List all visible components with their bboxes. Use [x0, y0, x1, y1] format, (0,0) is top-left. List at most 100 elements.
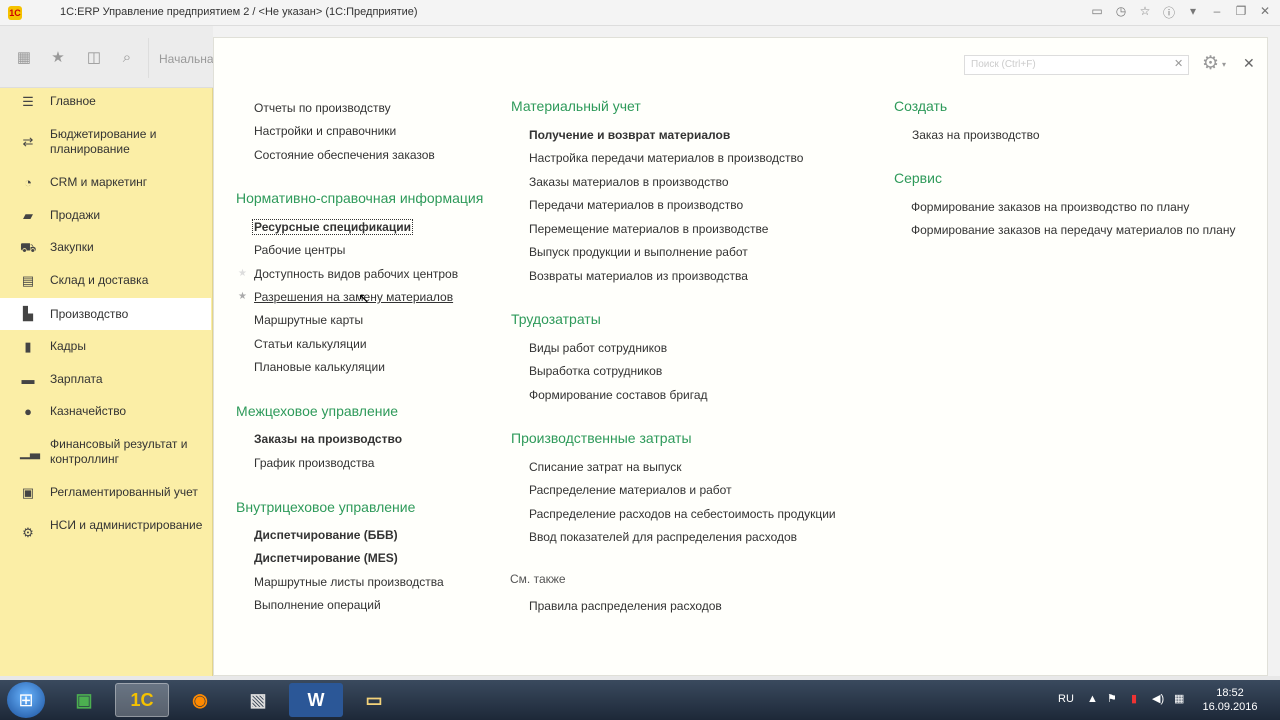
start-button[interactable]: ⊞ — [7, 682, 45, 718]
link-material-substitution-permits[interactable]: Разрешения на замену материалов — [254, 290, 453, 304]
link-material-work-distribution[interactable]: Распределение материалов и работ — [529, 483, 732, 497]
sidebar-item-budgeting[interactable]: ⇄ Бюджетирование и планирование — [0, 127, 211, 157]
favorites-icon[interactable]: ☆ — [1138, 4, 1152, 21]
tray-app-icon[interactable]: ▮ — [1131, 692, 1137, 720]
link-costing-items[interactable]: Статьи калькуляции — [254, 337, 367, 351]
sidebar-item-treasury[interactable]: ● Казначейство — [0, 404, 211, 419]
notifications-icon[interactable]: ▭ — [1090, 4, 1104, 21]
section-title-create: Создать — [894, 98, 948, 114]
link-work-centers[interactable]: Рабочие центры — [254, 243, 345, 257]
taskbar-1c-app-icon[interactable]: 1С — [115, 683, 169, 717]
sidebar-item-label: Регламентированный учет — [50, 485, 198, 499]
search-icon[interactable]: ⌕ — [118, 49, 136, 67]
clear-search-icon[interactable]: ✕ — [1174, 57, 1183, 70]
taskbar: ⊞ ▣ 1С ◉ ▧ W ▭ RU ▲ ⚑ ▮ ◀) ▦ 18:52 16.09… — [0, 680, 1280, 720]
link-dispatching-mes[interactable]: Диспетчирование (MES) — [254, 551, 398, 565]
sidebar-item-warehouse[interactable]: ▤ Склад и доставка — [0, 273, 211, 288]
favorite-star-icon[interactable]: ★ — [238, 268, 247, 279]
show-hidden-icons-icon[interactable]: ▲ — [1087, 693, 1098, 720]
link-receipt-return-materials[interactable]: Получение и возврат материалов — [529, 128, 730, 142]
link-material-orders[interactable]: Заказы материалов в производство — [529, 175, 729, 189]
link-operations-execution[interactable]: Выполнение операций — [254, 598, 381, 612]
sidebar-item-regulated-accounting[interactable]: ▣ Регламентированный учет — [0, 485, 211, 500]
taskbar-network-app-icon[interactable]: ▣ — [57, 683, 111, 717]
network-icon[interactable]: ▦ — [1174, 692, 1184, 720]
sidebar-item-staff[interactable]: ▮ Кадры — [0, 339, 211, 354]
link-material-movements[interactable]: Перемещение материалов в производстве — [529, 222, 768, 236]
link-cost-distribution[interactable]: Распределение расходов на себестоимость … — [529, 507, 836, 521]
app-logo-icon: 1С — [8, 6, 22, 20]
link-resource-specifications[interactable]: Ресурсные спецификации — [252, 219, 413, 235]
warehouse-icon: ▤ — [21, 273, 35, 288]
link-production-schedule[interactable]: График производства — [254, 456, 374, 470]
link-plan-production-orders[interactable]: Формирование заказов на производство по … — [911, 200, 1189, 214]
window-title: 1С:ERP Управление предприятием 2 / <Не у… — [60, 6, 418, 18]
factory-icon: ▙ — [23, 306, 33, 321]
link-distribution-indicators[interactable]: Ввод показателей для распределения расхо… — [529, 530, 797, 544]
sidebar-item-main[interactable]: ☰ Главное — [0, 94, 211, 109]
favorite-star-icon[interactable]: ★ — [238, 291, 247, 302]
chart-icon: ▁▃ — [20, 444, 40, 459]
section-title-production-costs: Производственные затраты — [511, 430, 692, 446]
taskbar-paint-icon[interactable]: ▧ — [231, 683, 285, 717]
treasury-icon: ● — [24, 404, 32, 419]
settings-gear-icon[interactable]: ⚙ — [1202, 52, 1219, 75]
link-production-route-sheets[interactable]: Маршрутные листы производства — [254, 575, 444, 589]
link-material-transfers[interactable]: Передачи материалов в производство — [529, 198, 743, 212]
top-toolbar: ▦ ★ ◫ ⌕ Начальна — [0, 26, 214, 88]
sidebar-item-crm[interactable]: ◔ CRM и маркетинг — [0, 175, 211, 190]
link-work-center-availability[interactable]: Доступность видов рабочих центров — [254, 267, 458, 281]
sidebar-item-nsi-admin[interactable]: ⚙ НСИ и администрирование — [0, 518, 211, 540]
sidebar-item-label: Продажи — [50, 208, 101, 222]
close-window-icon[interactable]: ✕ — [1258, 4, 1272, 21]
link-cost-writeoff[interactable]: Списание затрат на выпуск — [529, 460, 681, 474]
link-production-reports[interactable]: Отчеты по производству — [254, 101, 391, 115]
windows-logo-icon: ⊞ — [18, 690, 34, 710]
sidebar-item-label: Казначейство — [50, 404, 127, 418]
favorites-star-icon[interactable]: ★ — [49, 49, 67, 67]
sections-grid-icon[interactable]: ▦ — [15, 49, 33, 67]
menu-dropdown-icon[interactable]: ▾ — [1186, 4, 1200, 21]
chevron-down-icon[interactable]: ▾ — [1222, 60, 1226, 69]
gear-icon: ⚙ — [22, 525, 34, 540]
link-route-cards[interactable]: Маршрутные карты — [254, 313, 363, 327]
sidebar-item-sales[interactable]: ▰ Продажи — [0, 208, 211, 223]
link-create-production-order[interactable]: Заказ на производство — [912, 128, 1040, 142]
link-settings-references[interactable]: Настройки и справочники — [254, 124, 396, 138]
link-production-orders[interactable]: Заказы на производство — [254, 432, 402, 446]
link-employee-work-types[interactable]: Виды работ сотрудников — [529, 341, 667, 355]
history-icon[interactable]: ◷ — [1114, 4, 1128, 21]
maximize-icon[interactable]: ❐ — [1234, 4, 1248, 21]
close-icon[interactable]: ✕ — [1243, 55, 1255, 72]
link-team-compositions[interactable]: Формирование составов бригад — [529, 388, 708, 402]
taskbar-firefox-icon[interactable]: ◉ — [173, 683, 227, 717]
link-material-returns[interactable]: Возвраты материалов из производства — [529, 269, 748, 283]
action-center-flag-icon[interactable]: ⚑ — [1107, 692, 1117, 720]
search-input[interactable]: Поиск (Ctrl+F) — [964, 55, 1189, 75]
minimize-icon[interactable]: – — [1210, 4, 1224, 21]
section-content-panel: Поиск (Ctrl+F) ✕ ⚙ ▾ ✕ Отчеты по произво… — [213, 37, 1268, 676]
sidebar-item-production[interactable]: ▙ Производство — [0, 298, 211, 330]
tab-start-page[interactable]: Начальна — [148, 38, 214, 78]
title-bar: 1С 1С:ERP Управление предприятием 2 / <Н… — [0, 0, 1280, 26]
language-indicator[interactable]: RU — [1058, 693, 1074, 720]
sidebar-item-purchases[interactable]: ⛟ Закупки — [0, 240, 211, 255]
sidebar-item-salary[interactable]: ▬ Зарплата — [0, 372, 211, 387]
taskbar-clock[interactable]: 18:52 16.09.2016 — [1200, 686, 1260, 714]
link-output-and-work[interactable]: Выпуск продукции и выполнение работ — [529, 245, 748, 259]
link-distribution-rules[interactable]: Правила распределения расходов — [529, 599, 722, 613]
history-clock-icon[interactable]: ◫ — [85, 49, 103, 67]
clock-date: 16.09.2016 — [1202, 701, 1258, 713]
link-material-transfer-settings[interactable]: Настройка передачи материалов в производ… — [529, 151, 803, 165]
link-employee-output[interactable]: Выработка сотрудников — [529, 364, 662, 378]
volume-icon[interactable]: ◀) — [1152, 692, 1164, 720]
link-plan-material-transfer-orders[interactable]: Формирование заказов на передачу материа… — [911, 223, 1235, 237]
mouse-cursor-icon: ↖ — [358, 290, 370, 306]
taskbar-explorer-icon[interactable]: ▭ — [347, 683, 401, 717]
link-planned-costings[interactable]: Плановые калькуляции — [254, 360, 385, 374]
taskbar-word-icon[interactable]: W — [289, 683, 343, 717]
sidebar-item-financial-result[interactable]: ▁▃ Финансовый результат и контроллинг — [0, 437, 211, 467]
info-icon[interactable]: ⓘ — [1162, 4, 1176, 21]
link-dispatching-bbv[interactable]: Диспетчирование (ББВ) — [254, 528, 398, 542]
link-order-supply-state[interactable]: Состояние обеспечения заказов — [254, 148, 435, 162]
